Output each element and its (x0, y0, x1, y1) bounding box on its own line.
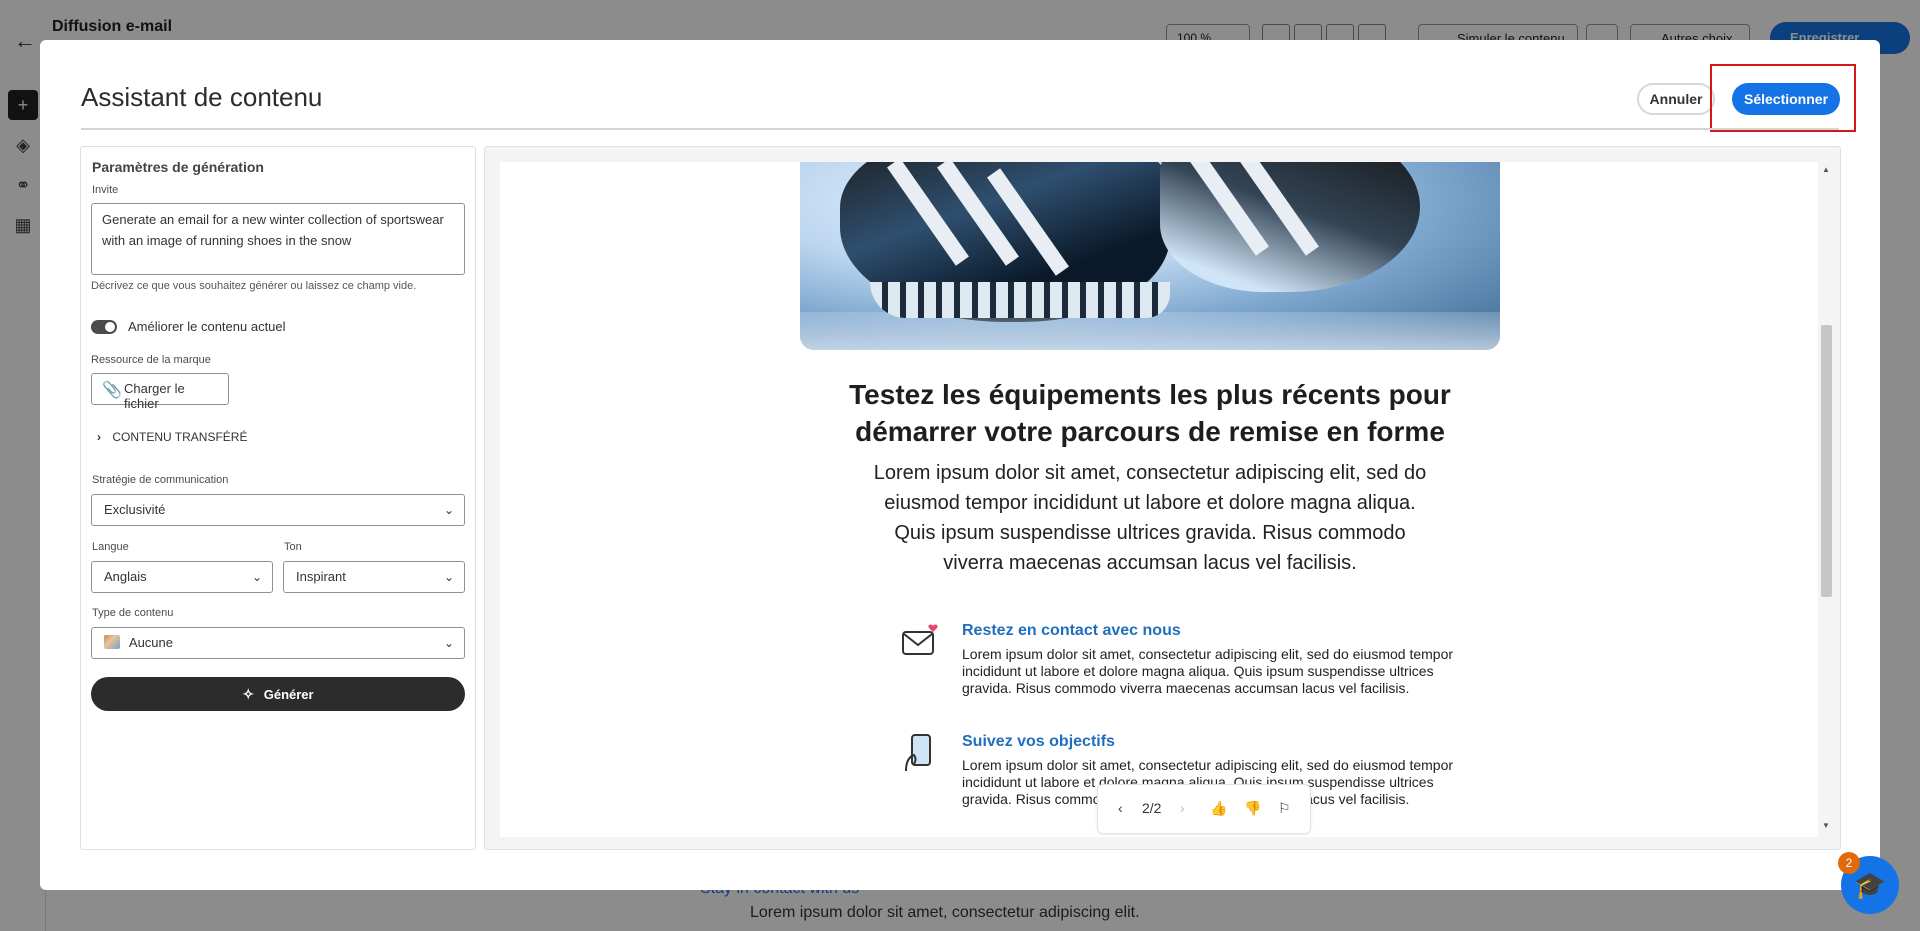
paperclip-icon: 📎 (102, 382, 122, 399)
content-type-label: Type de contenu (92, 607, 174, 619)
email-headline: Testez les équipements les plus récents … (849, 379, 1451, 447)
tone-label: Ton (284, 541, 302, 553)
image-thumbnail-icon (104, 635, 120, 649)
thumbs-up-icon[interactable]: 👍 (1210, 800, 1227, 817)
hero-image (800, 162, 1500, 350)
brand-resource-label: Ressource de la marque (91, 354, 211, 366)
prompt-input[interactable]: Generate an email for a new winter colle… (91, 203, 465, 275)
chevron-down-icon: ⌄ (443, 636, 454, 650)
preview-panel: Testez les équipements les plus récents … (484, 146, 1841, 850)
upload-file-label: Charger le fichier (124, 381, 185, 411)
prompt-label: Invite (92, 184, 119, 196)
upload-file-button[interactable]: 📎 Charger le fichier (91, 373, 229, 411)
strategy-label: Stratégie de communication (92, 474, 229, 486)
tone-value: Inspirant (296, 569, 346, 584)
transferred-content-label: CONTENU TRANSFÉRÉ (112, 430, 248, 444)
email-body: Lorem ipsum dolor sit amet, consectetur … (873, 462, 1427, 574)
generate-label: Générer (263, 686, 314, 702)
transferred-content-toggle[interactable]: › CONTENU TRANSFÉRÉ (97, 430, 247, 444)
next-variation-icon[interactable]: › (1180, 800, 1185, 816)
select-button[interactable]: Sélectionner (1732, 83, 1840, 115)
mail-heart-icon (902, 624, 938, 655)
content-assistant-modal: Assistant de contenu Annuler Sélectionne… (40, 40, 1880, 890)
feature-title: Restez en contact avec nous (962, 622, 1181, 639)
language-select[interactable]: Anglais ⌄ (91, 561, 273, 593)
scroll-down-icon[interactable]: ▼ (1822, 821, 1830, 830)
variation-navigator: ‹ 2/2 › 👍 👎 ⚐ (1097, 784, 1311, 834)
strategy-value: Exclusivité (104, 502, 166, 517)
prompt-help-text: Décrivez ce que vous souhaitez générer o… (91, 280, 417, 292)
modal-divider (81, 128, 1839, 130)
previous-variation-icon[interactable]: ‹ (1118, 800, 1123, 816)
variation-counter: 2/2 (1142, 800, 1162, 816)
flag-icon[interactable]: ⚐ (1278, 800, 1291, 817)
chevron-down-icon: ⌄ (443, 503, 454, 517)
improve-content-toggle[interactable] (91, 320, 117, 334)
cancel-button[interactable]: Annuler (1637, 83, 1715, 115)
chevron-down-icon: ⌄ (251, 570, 262, 584)
improve-content-label: Améliorer le contenu actuel (128, 319, 286, 334)
notification-badge: 2 (1838, 852, 1860, 874)
content-type-value: Aucune (128, 635, 173, 650)
scroll-up-icon[interactable]: ▲ (1822, 165, 1830, 174)
feature-title: Suivez vos objectifs (962, 733, 1115, 750)
magic-wand-icon: ✧ (242, 685, 255, 702)
thumbs-down-icon[interactable]: 👎 (1244, 800, 1261, 817)
language-label: Langue (92, 541, 129, 553)
email-preview[interactable]: Testez les équipements les plus récents … (500, 162, 1820, 837)
feature-text: Lorem ipsum dolor sit amet, consectetur … (962, 646, 1454, 696)
strategy-select[interactable]: Exclusivité ⌄ (91, 494, 465, 526)
chevron-right-icon: › (97, 430, 101, 444)
modal-title: Assistant de contenu (81, 82, 323, 112)
tone-select[interactable]: Inspirant ⌄ (283, 561, 465, 593)
scroll-thumb[interactable] (1821, 325, 1832, 597)
generation-panel: Paramètres de génération Invite Generate… (80, 146, 476, 850)
generation-heading: Paramètres de génération (92, 159, 264, 175)
phone-hand-icon (905, 734, 931, 772)
generate-button[interactable]: ✧ Générer (91, 677, 465, 711)
content-type-select[interactable]: Aucune ⌄ (91, 627, 465, 659)
chevron-down-icon: ⌄ (443, 570, 454, 584)
language-value: Anglais (104, 569, 147, 584)
